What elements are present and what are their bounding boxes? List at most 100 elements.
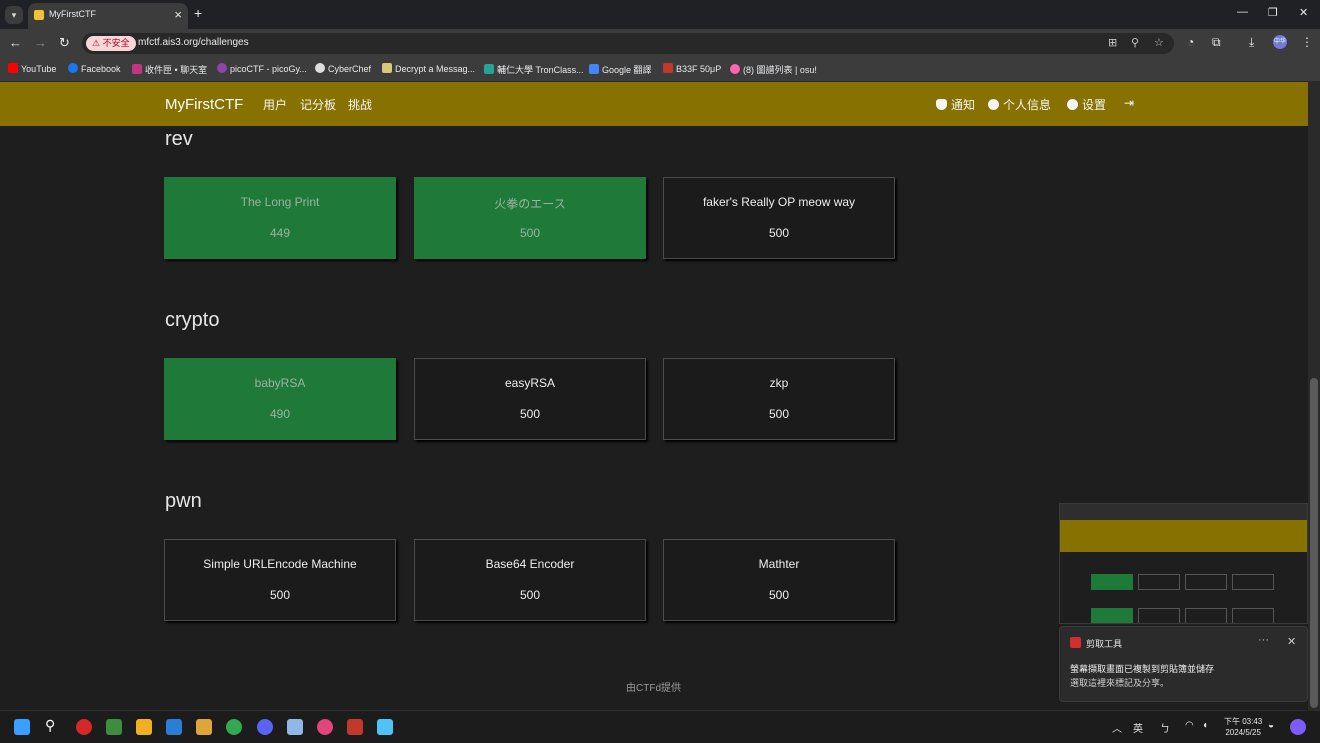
thumbnail-card [1091,574,1133,590]
copilot-icon[interactable] [1290,719,1306,735]
notification-bell-icon[interactable]: ◒ [1268,720,1274,731]
chrome-icon[interactable] [226,719,242,735]
document-icon [382,63,392,73]
download-icon[interactable]: ⤓ [1249,35,1254,50]
app-red-icon[interactable] [76,719,92,735]
start-windows-icon[interactable] [14,719,30,735]
bookmark-item[interactable]: 收件匣 • 聊天室 [132,63,207,76]
user-circle-icon [988,99,999,110]
menu-kebab-icon[interactable]: ⋮ [1301,35,1313,49]
tab-search-button[interactable]: ▾ [5,6,23,24]
tab-strip: ▾ MyFirstCTF × + — ❐ ✕ [0,0,1320,29]
file-explorer-icon[interactable] [196,719,212,735]
profile-avatar[interactable]: 中华 [1273,35,1287,49]
nav-settings[interactable]: 设置 [1067,96,1106,113]
tab-close-icon[interactable]: × [174,7,182,22]
challenge-name: 火拳のエース [494,197,566,211]
nav-notifications[interactable]: 通知 [936,96,975,113]
minimize-button[interactable]: — [1237,6,1248,18]
nav-scoreboard[interactable]: 记分板 [300,96,336,113]
notification-title: 螢幕擷取畫面已複製到剪貼簿並儲存 [1070,664,1215,674]
not-secure-badge[interactable]: ⚠ 不安全 [86,36,136,51]
virtualbox-icon[interactable] [287,719,303,735]
notification-app-name: 剪取工具 [1086,639,1123,649]
ime-mode-icon[interactable]: ㄅ [1160,720,1170,735]
tab-active[interactable]: MyFirstCTF × [28,3,188,29]
challenge-card[interactable]: zkp 500 [663,358,895,440]
bookmark-item[interactable]: B33F 50μP [663,63,721,74]
search-icon[interactable]: ⚲ [45,717,61,733]
ime-indicator[interactable]: 英 [1133,720,1143,735]
address-bar[interactable]: ⚠ 不安全 mfctf.ais3.org/challenges ⊞ ⚲ ☆ [82,33,1174,54]
app-pink-icon[interactable] [317,719,333,735]
wifi-icon[interactable]: ◠ [1185,720,1194,731]
challenge-points: 500 [519,407,541,421]
picoctf-icon [217,63,227,73]
challenge-points: 500 [519,588,541,602]
system-clock[interactable]: 下午 03:43 2024/5/25 [1224,716,1262,738]
cyberchef-icon [315,63,325,73]
browser-toolbar: ← → ↻ ⚠ 不安全 mfctf.ais3.org/challenges ⊞ … [0,29,1320,58]
discord-icon[interactable] [257,719,273,735]
zoom-icon[interactable]: ⚲ [1131,36,1139,49]
bookmark-item[interactable]: picoCTF - picoGy... [217,63,307,74]
url-text[interactable]: mfctf.ais3.org/challenges [138,37,249,48]
challenge-name: zkp [769,376,789,390]
bookmark-star-icon[interactable]: ☆ [1154,36,1164,49]
site-brand[interactable]: MyFirstCTF [165,96,243,113]
logout-icon[interactable]: ⇥ [1124,96,1134,110]
challenge-points: 490 [269,407,291,421]
snip-notification[interactable]: 剪取工具 ··· ✕ 螢幕擷取畫面已複製到剪貼簿並儲存 選取這裡來標記及分享。 [1059,626,1308,702]
maximize-button[interactable]: ❐ [1268,6,1278,19]
tray-overflow-icon[interactable]: ︿ [1112,720,1122,735]
bookmark-item[interactable]: CyberChef [315,63,371,74]
reload-button[interactable]: ↻ [59,35,70,51]
challenge-card[interactable]: easyRSA 500 [414,358,646,440]
back-button[interactable]: ← [9,35,22,50]
bookmark-item[interactable]: Decrypt a Messag... [382,63,475,74]
close-window-button[interactable]: ✕ [1299,6,1308,19]
bookmark-item[interactable]: YouTube [8,63,56,74]
challenge-card[interactable]: babyRSA 490 [164,358,396,440]
notes-app-icon[interactable] [377,719,393,735]
challenge-card[interactable]: The Long Print 449 [164,177,396,259]
bookmark-item[interactable]: Facebook [68,63,121,74]
challenge-card[interactable]: Simple URLEncode Machine 500 [164,539,396,621]
challenge-card[interactable]: 火拳のエース 500 [414,177,646,259]
challenge-name: babyRSA [254,376,306,390]
nav-users[interactable]: 用户 [263,96,287,113]
challenge-points: 449 [269,226,291,240]
forward-button[interactable]: → [34,35,47,50]
volume-icon[interactable]: ◖ [1202,720,1208,731]
extension-icon[interactable]: ◔ [1187,35,1194,49]
vscode-icon[interactable] [166,719,182,735]
winrar-icon[interactable] [347,719,363,735]
more-options-icon[interactable]: ··· [1258,634,1269,646]
site-footer[interactable]: 由CTFd提供 [626,679,681,694]
screenshot-thumbnail[interactable] [1059,503,1308,624]
thumbnail-banner [1060,520,1307,552]
instagram-icon [132,64,142,74]
new-tab-button[interactable]: + [194,5,202,21]
translate-icon[interactable]: ⊞ [1108,36,1117,49]
challenge-card[interactable]: faker's Really OP meow way 500 [663,177,895,259]
bookmark-item[interactable]: 輔仁大學 TronClass... [484,63,584,76]
thumbnail-card [1138,574,1180,590]
challenge-card[interactable]: Base64 Encoder 500 [414,539,646,621]
site-favicon-icon [34,10,44,20]
challenge-name: Mathter [758,557,800,571]
extensions-puzzle-icon[interactable]: ⧉ [1212,35,1221,50]
close-icon[interactable]: ✕ [1287,635,1296,648]
challenge-points: 500 [768,407,790,421]
site-navbar: MyFirstCTF 用户 记分板 挑战 通知 个人信息 设置 ⇥ [0,82,1308,126]
scrollbar-thumb[interactable] [1310,378,1318,708]
app-yellow-icon[interactable] [136,719,152,735]
bookmark-item[interactable]: Google 翻譯 [589,63,652,76]
challenge-points: 500 [269,588,291,602]
bookmark-item[interactable]: (8) 圖譜列表 | osu! [730,63,817,76]
notepad-app-icon[interactable] [106,719,122,735]
nav-profile[interactable]: 个人信息 [988,96,1051,113]
challenge-card[interactable]: Mathter 500 [663,539,895,621]
nav-challenges[interactable]: 挑战 [348,96,372,113]
thumbnail-card [1185,574,1227,590]
